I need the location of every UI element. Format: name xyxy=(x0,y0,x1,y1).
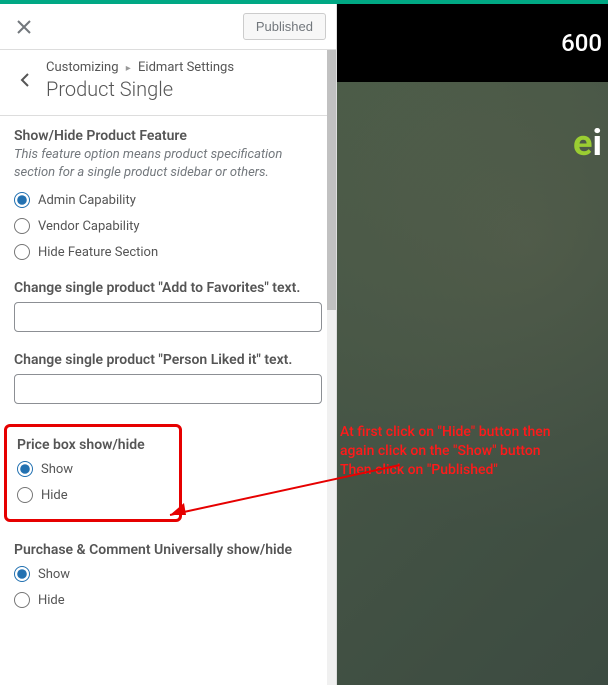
pricebox-group: Price box show/hide Show Hide xyxy=(14,424,322,522)
radio-label: Hide xyxy=(38,593,65,608)
radio-input[interactable] xyxy=(17,487,33,503)
breadcrumb: Customizing ▸ Eidmart Settings xyxy=(46,60,322,75)
close-icon xyxy=(17,20,31,34)
close-button[interactable] xyxy=(10,13,38,41)
radio-input[interactable] xyxy=(17,461,33,477)
liked-group: Change single product "Person Liked it" … xyxy=(14,352,322,404)
chevron-left-icon xyxy=(20,72,30,88)
purchase-heading: Purchase & Comment Universally show/hide xyxy=(14,542,322,558)
radio-input[interactable] xyxy=(14,566,30,582)
scrollbar-track[interactable] xyxy=(327,50,336,685)
radio-label: Hide xyxy=(41,488,68,503)
panel-header: Published xyxy=(0,4,336,50)
pricebox-heading: Price box show/hide xyxy=(17,437,169,453)
favorites-group: Change single product "Add to Favorites"… xyxy=(14,280,322,332)
radio-label: Hide Feature Section xyxy=(38,245,158,260)
purchase-radio-hide[interactable]: Hide xyxy=(14,592,322,608)
scrollbar-thumb[interactable] xyxy=(327,50,336,310)
preview-topbar: 600 xyxy=(337,4,608,82)
preview-top-number: 600 xyxy=(561,29,602,57)
pricebox-radio-hide[interactable]: Hide xyxy=(17,487,169,503)
feature-heading: Show/Hide Product Feature xyxy=(14,128,322,144)
back-button[interactable] xyxy=(10,60,40,100)
purchase-group: Purchase & Comment Universally show/hide… xyxy=(14,542,322,608)
liked-input[interactable] xyxy=(14,374,322,404)
liked-label: Change single product "Person Liked it" … xyxy=(14,352,322,368)
radio-label: Show xyxy=(41,462,73,477)
preview-background xyxy=(337,4,608,685)
radio-label: Vendor Capability xyxy=(38,219,140,234)
customizer-panel: Published Customizing ▸ Eidmart Settings… xyxy=(0,4,337,685)
feature-group: Show/Hide Product Feature This feature o… xyxy=(14,128,322,260)
favorites-input[interactable] xyxy=(14,302,322,332)
feature-radio-admin[interactable]: Admin Capability xyxy=(14,192,322,208)
pricebox-radio-show[interactable]: Show xyxy=(17,461,169,477)
feature-radio-hide[interactable]: Hide Feature Section xyxy=(14,244,322,260)
published-button[interactable]: Published xyxy=(243,13,326,40)
radio-label: Admin Capability xyxy=(38,193,136,208)
radio-input[interactable] xyxy=(14,244,30,260)
radio-input[interactable] xyxy=(14,192,30,208)
radio-input[interactable] xyxy=(14,592,30,608)
page-title: Product Single xyxy=(46,77,322,101)
radio-label: Show xyxy=(38,567,70,582)
favorites-label: Change single product "Add to Favorites"… xyxy=(14,280,322,296)
breadcrumb-section: Eidmart Settings xyxy=(138,60,234,75)
feature-description: This feature option means product specif… xyxy=(14,146,322,182)
chevron-right-icon: ▸ xyxy=(126,63,131,74)
controls-area: Show/Hide Product Feature This feature o… xyxy=(0,116,336,640)
purchase-radio-show[interactable]: Show xyxy=(14,566,322,582)
annotation-highlight-box: Price box show/hide Show Hide xyxy=(4,424,182,522)
site-logo: ei xyxy=(573,122,602,164)
feature-radio-vendor[interactable]: Vendor Capability xyxy=(14,218,322,234)
breadcrumb-root: Customizing xyxy=(46,60,119,75)
breadcrumb-row: Customizing ▸ Eidmart Settings Product S… xyxy=(0,50,336,116)
site-preview: 600 ei xyxy=(337,4,608,685)
radio-input[interactable] xyxy=(14,218,30,234)
